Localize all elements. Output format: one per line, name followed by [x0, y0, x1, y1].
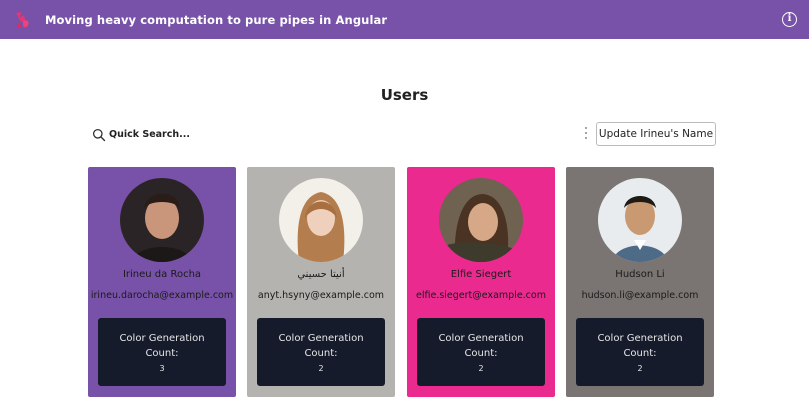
app-header: Moving heavy computation to pure pipes i… [0, 0, 809, 39]
user-card: Elfie Siegert elfie.siegert@example.com … [407, 167, 555, 397]
count-label: Color Generation Count: [438, 333, 524, 359]
avatar [439, 178, 523, 262]
color-generation-count: Color Generation Count: 2 [417, 318, 545, 386]
count-label: Color Generation Count: [597, 333, 683, 359]
page-title: Users [380, 86, 429, 104]
user-card: Hudson Li hudson.li@example.com Color Ge… [566, 167, 714, 397]
app-title: Moving heavy computation to pure pipes i… [45, 12, 388, 27]
count-value: 2 [637, 364, 643, 373]
color-generation-count: Color Generation Count: 3 [98, 318, 226, 386]
user-email: elfie.siegert@example.com [416, 290, 546, 301]
update-name-button[interactable]: Update Irineu's Name [596, 122, 716, 146]
quick-search [92, 124, 392, 144]
user-name: أنيتا حسيني [297, 269, 345, 280]
info-icon[interactable]: i [782, 12, 797, 27]
user-name: Irineu da Rocha [122, 269, 202, 280]
count-value: 2 [318, 364, 324, 373]
user-email: hudson.li@example.com [581, 290, 699, 301]
avatar [598, 178, 682, 262]
count-label: Color Generation Count: [119, 333, 205, 359]
avatar [279, 178, 363, 262]
more-options-icon[interactable] [585, 127, 588, 143]
search-input[interactable] [109, 128, 309, 140]
user-name: Elfie Siegert [450, 269, 512, 280]
user-card: أنيتا حسيني anyt.hsyny@example.com Color… [247, 167, 395, 397]
color-generation-count: Color Generation Count: 2 [576, 318, 704, 386]
user-email: irineu.darocha@example.com [90, 290, 234, 301]
count-value: 2 [478, 364, 484, 373]
color-generation-count: Color Generation Count: 2 [257, 318, 385, 386]
search-icon [92, 127, 106, 142]
user-email: anyt.hsyny@example.com [257, 290, 385, 301]
user-card: Irineu da Rocha irineu.darocha@example.c… [88, 167, 236, 397]
count-value: 3 [159, 364, 165, 373]
user-name: Hudson Li [615, 269, 665, 280]
avatar [120, 178, 204, 262]
app-logo-icon [12, 9, 34, 31]
count-label: Color Generation Count: [278, 333, 364, 359]
